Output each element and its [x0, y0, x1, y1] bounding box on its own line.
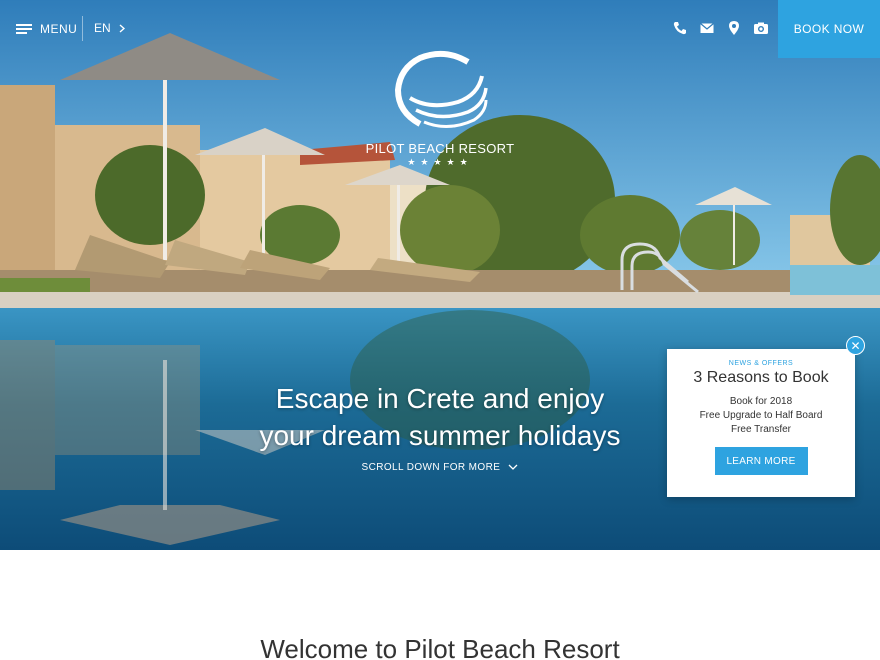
- language-selector[interactable]: EN: [94, 21, 125, 35]
- headline-line-1: Escape in Crete and enjoy: [275, 383, 605, 414]
- menu-label: MENU: [40, 22, 78, 36]
- offer-reasons: Book for 2018 Free Upgrade to Half Board…: [667, 395, 855, 437]
- chevron-right-icon: [119, 23, 125, 33]
- close-icon[interactable]: ✕: [846, 336, 865, 355]
- hamburger-icon: [16, 24, 32, 34]
- offer-reason: Free Upgrade to Half Board: [699, 410, 823, 421]
- mail-icon[interactable]: [699, 20, 715, 36]
- chevron-down-icon: [509, 464, 518, 470]
- menu-button[interactable]: MENU: [16, 20, 77, 38]
- offer-popup: NEWS & OFFERS 3 Reasons to Book Book for…: [667, 349, 855, 497]
- logo-wordmark: PILOT BEACH RESORT: [365, 141, 515, 156]
- offer-reason: Free Transfer: [730, 424, 792, 435]
- offer-tag: NEWS & OFFERS: [728, 360, 794, 367]
- scroll-down-link[interactable]: SCROLL DOWN FOR MORE: [340, 462, 540, 473]
- language-label: EN: [94, 21, 111, 35]
- offer-reason: Book for 2018: [729, 396, 793, 407]
- star-rating: ★★★★★: [407, 157, 473, 167]
- offer-title: 3 Reasons to Book: [693, 369, 829, 386]
- headline-line-2: your dream summer holidays: [259, 420, 621, 451]
- contact-icons: [672, 20, 769, 36]
- camera-icon[interactable]: [753, 20, 769, 36]
- scroll-down-label: SCROLL DOWN FOR MORE: [361, 462, 501, 473]
- hero-headline: Escape in Crete and enjoy your dream sum…: [190, 380, 690, 454]
- book-now-button[interactable]: BOOK NOW: [778, 0, 880, 58]
- location-pin-icon[interactable]: [726, 20, 742, 36]
- phone-icon[interactable]: [672, 20, 688, 36]
- menu-divider: [82, 16, 83, 41]
- welcome-title: Welcome to Pilot Beach Resort: [260, 634, 620, 660]
- learn-more-button[interactable]: LEARN MORE: [714, 447, 808, 475]
